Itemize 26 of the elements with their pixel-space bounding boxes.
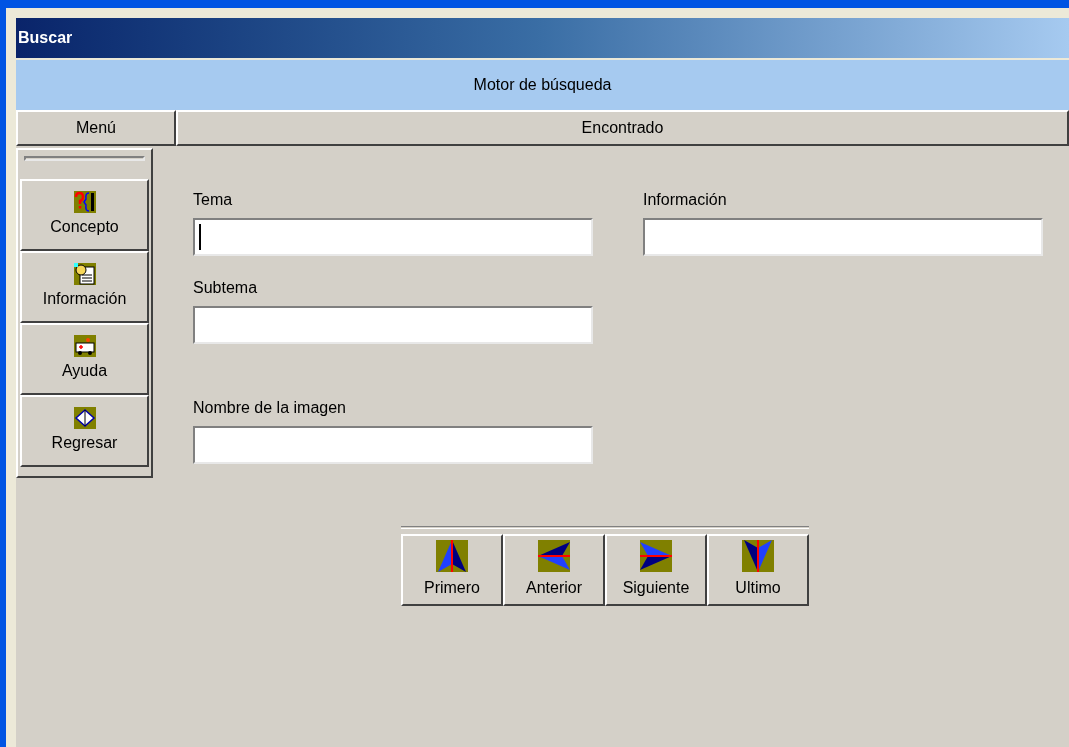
nav-button[interactable]: Siguiente [605, 534, 707, 606]
column-header: Encontrado [176, 110, 1069, 146]
menu-button[interactable]: Información [20, 251, 149, 323]
menu-button[interactable]: Regresar [20, 395, 149, 467]
window-title: Buscar [16, 18, 1069, 58]
input-field[interactable] [193, 218, 593, 256]
arrow-up-icon [436, 540, 468, 572]
menu-button[interactable]: Ayuda [20, 323, 149, 395]
input-field[interactable] [193, 426, 593, 464]
menu-button[interactable]: Concepto [20, 179, 149, 251]
input-field[interactable] [193, 306, 593, 344]
field-label: Información [643, 190, 728, 210]
input-field[interactable] [643, 218, 1043, 256]
nav-button[interactable]: Ultimo [707, 534, 809, 606]
question-bracket-icon [73, 191, 96, 213]
field-label: Nombre de la imagen [193, 398, 347, 418]
banner: Motor de búsqueda [16, 60, 1069, 110]
column-header: Menú [16, 110, 176, 146]
ambulance-icon [73, 335, 96, 357]
arrow-down-icon [742, 540, 774, 572]
arrow-left-icon [538, 540, 570, 572]
field-label: Tema [193, 190, 234, 210]
field-label: Subtema [193, 278, 259, 298]
nav-button[interactable]: Primero [401, 534, 503, 606]
arrow-right-icon [640, 540, 672, 572]
nav-button[interactable]: Anterior [503, 534, 605, 606]
